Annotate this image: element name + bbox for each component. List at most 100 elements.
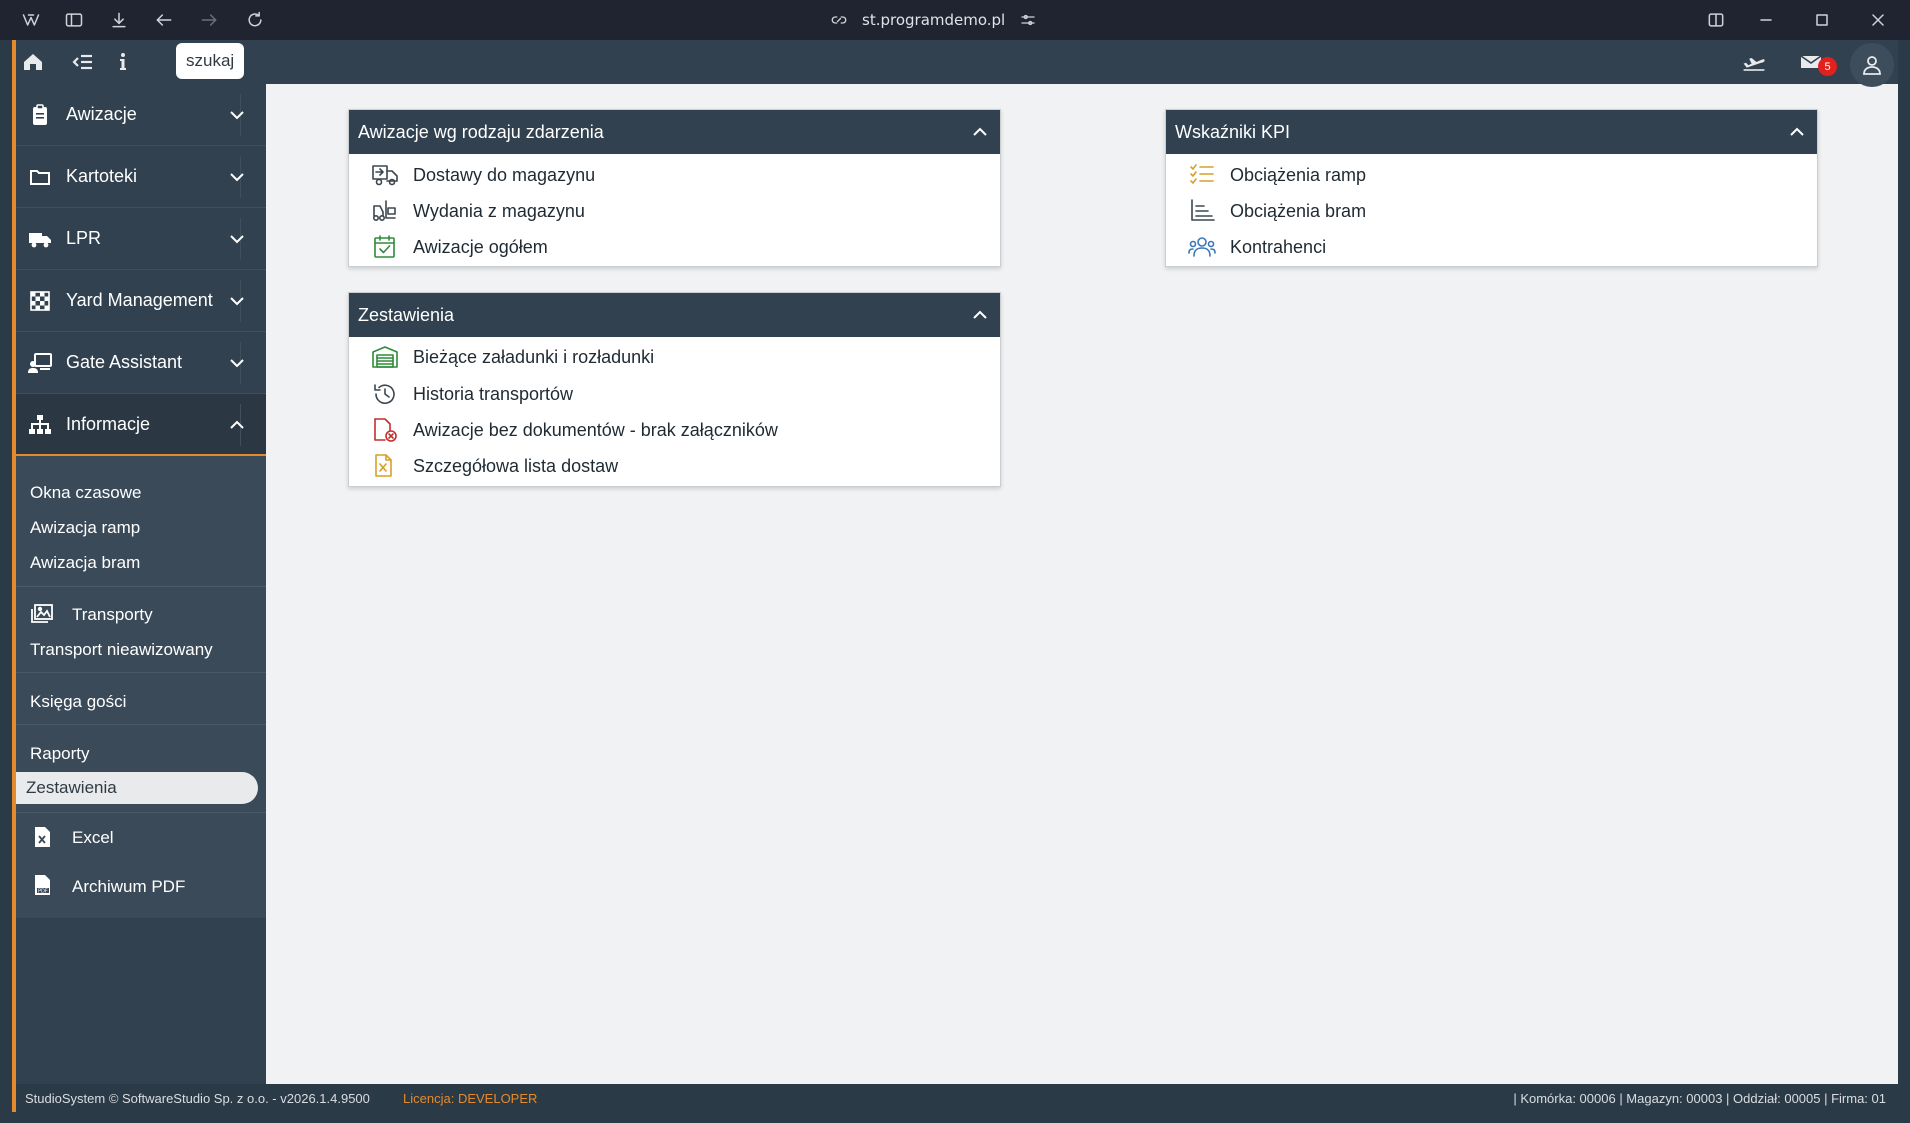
chevron-up-icon[interactable] — [1787, 122, 1807, 142]
link-icon — [831, 16, 847, 24]
card-header[interactable]: Wskaźniki KPI — [1166, 110, 1817, 154]
card-wskazniki-kpi: Wskaźniki KPI Obciążenia ramp Obciążenia… — [1165, 109, 1818, 267]
card-row-label: Szczegółowa lista dostaw — [413, 455, 619, 476]
submenu-divider — [16, 672, 266, 673]
submenu-transport-nieawizowany[interactable]: Transport nieawizowany — [30, 640, 213, 660]
link-dostawy-do-magazynu[interactable]: Dostawy do magazynu — [349, 157, 1000, 193]
checkered-flag-icon — [28, 289, 52, 313]
card-row-label: Historia transportów — [413, 383, 574, 404]
info-icon[interactable] — [110, 50, 136, 74]
submenu-divider — [16, 724, 266, 725]
card-zestawienia: Zestawienia Bieżące załadunki i rozładun… — [348, 292, 1001, 487]
card-header[interactable]: Zestawienia — [349, 293, 1000, 337]
chevron-up-icon[interactable] — [970, 305, 990, 325]
maximize-icon[interactable] — [1810, 8, 1834, 32]
close-icon[interactable] — [1866, 8, 1890, 32]
submenu-zestawienia[interactable]: Zestawienia — [16, 772, 258, 804]
footer-license: Licencja: DEVELOPER — [403, 1091, 537, 1106]
app-window: szukaj 5 Awizacje Kartoteki LPR Yard Man… — [12, 40, 1898, 1112]
search-button[interactable]: szukaj — [176, 43, 245, 79]
submenu-ksiega-gosci[interactable]: Księga gości — [30, 692, 126, 712]
status-footer: StudioSystem © SoftwareStudio Sp. z o.o.… — [12, 1084, 1898, 1112]
chevron-down-icon[interactable] — [228, 106, 246, 124]
checklist-icon — [1188, 162, 1216, 188]
browser-toolbar: st.programdemo.pl — [0, 0, 1910, 40]
sidebar-item-lpr[interactable]: LPR — [16, 208, 266, 270]
card-row-label: Bieżące załadunki i rozładunki — [413, 346, 655, 367]
sidebar-item-yard-management[interactable]: Yard Management — [16, 270, 266, 332]
chevron-up-icon[interactable] — [228, 416, 246, 434]
link-szczegolowa-lista-dostaw[interactable]: Szczegółowa lista dostaw — [349, 448, 1000, 484]
user-avatar[interactable] — [1850, 43, 1894, 87]
chevron-down-icon[interactable] — [228, 354, 246, 372]
truck-delivery-icon — [371, 162, 399, 188]
bar-chart-icon — [1188, 198, 1216, 224]
sidebar-toggle-icon[interactable] — [62, 8, 86, 32]
history-icon — [371, 381, 399, 407]
sitemap-icon — [28, 413, 52, 437]
users-icon — [1188, 234, 1216, 260]
chevron-up-icon[interactable] — [970, 122, 990, 142]
sidebar: Awizacje Kartoteki LPR Yard Management G… — [12, 84, 266, 1084]
submenu-excel[interactable]: Excel — [72, 828, 114, 848]
link-wydania-z-magazynu[interactable]: Wydania z magazynu — [349, 193, 1000, 229]
submenu-awizacja-bram[interactable]: Awizacja bram — [30, 553, 140, 573]
submenu-divider — [16, 586, 266, 587]
link-biezace-zaladunki[interactable]: Bieżące załadunki i rozładunki — [349, 339, 1000, 375]
file-error-icon — [371, 417, 399, 443]
url-text[interactable]: st.programdemo.pl — [862, 11, 1005, 29]
home-icon[interactable] — [20, 50, 46, 74]
link-obciazenia-ramp[interactable]: Obciążenia ramp — [1166, 157, 1817, 193]
card-row-label: Dostawy do magazynu — [413, 164, 596, 185]
link-awizacje-bez-dokumentow[interactable]: Awizacje bez dokumentów - brak załącznik… — [349, 412, 1000, 448]
clipboard-icon — [28, 103, 52, 127]
footer-status: | Komórka: 00006 | Magazyn: 00003 | Oddz… — [1513, 1090, 1886, 1106]
sidebar-item-awizacje[interactable]: Awizacje — [16, 84, 266, 146]
card-row-label: Awizacje bez dokumentów - brak załącznik… — [413, 419, 778, 440]
submenu-awizacja-ramp[interactable]: Awizacja ramp — [30, 518, 140, 538]
card-row-label: Awizacje ogółem — [413, 236, 548, 257]
footer-license-label: Licencja: — [403, 1090, 455, 1106]
submenu-divider — [16, 812, 266, 813]
link-historia-transportow[interactable]: Historia transportów — [349, 376, 1000, 412]
browser-logo-icon[interactable] — [19, 8, 43, 32]
folder-icon — [28, 165, 52, 189]
sidebar-item-label: Yard Management — [66, 290, 213, 310]
forward-icon[interactable] — [197, 8, 221, 32]
link-awizacje-ogolem[interactable]: Awizacje ogółem — [349, 229, 1000, 265]
submenu-okna-czasowe[interactable]: Okna czasowe — [30, 483, 142, 503]
footer-copyright: StudioSystem © SoftwareStudio Sp. z o.o.… — [25, 1090, 370, 1106]
reload-icon[interactable] — [243, 8, 267, 32]
app-topbar: szukaj 5 — [12, 40, 1898, 87]
plane-departure-icon[interactable] — [1739, 50, 1769, 74]
menu-collapse-icon[interactable] — [70, 50, 96, 74]
submenu-transporty[interactable]: Transporty — [72, 605, 153, 625]
sidebar-item-informacje[interactable]: Informacje — [16, 394, 266, 456]
footer-license-value: DEVELOPER — [457, 1090, 538, 1106]
card-row-label: Obciążenia ramp — [1230, 164, 1367, 185]
card-row-label: Wydania z magazynu — [413, 200, 585, 221]
sidebar-item-kartoteki[interactable]: Kartoteki — [16, 146, 266, 208]
submenu-raporty[interactable]: Raporty — [30, 744, 90, 764]
address-bar[interactable]: st.programdemo.pl — [830, 8, 1037, 32]
split-view-icon[interactable] — [1704, 8, 1728, 32]
card-header[interactable]: Awizacje wg rodzaju zdarzenia — [349, 110, 1000, 154]
card-title: Wskaźniki KPI — [1175, 121, 1291, 142]
card-row-label: Kontrahenci — [1230, 236, 1327, 257]
sidebar-item-label: Kartoteki — [66, 166, 138, 186]
submenu-archiwum-pdf[interactable]: Archiwum PDF — [72, 877, 185, 897]
pdf-file-icon: PDF — [30, 873, 54, 897]
calendar-check-icon — [371, 234, 399, 260]
link-obciazenia-bram[interactable]: Obciążenia bram — [1166, 193, 1817, 229]
chevron-down-icon[interactable] — [228, 230, 246, 248]
chevron-down-icon[interactable] — [228, 168, 246, 186]
minimize-icon[interactable] — [1754, 8, 1778, 32]
forklift-icon — [371, 198, 399, 224]
chevron-down-icon[interactable] — [228, 292, 246, 310]
download-icon[interactable] — [107, 8, 131, 32]
sidebar-item-gate-assistant[interactable]: Gate Assistant — [16, 332, 266, 394]
card-title: Zestawienia — [358, 304, 455, 325]
site-settings-icon[interactable] — [1019, 11, 1037, 29]
link-kontrahenci[interactable]: Kontrahenci — [1166, 229, 1817, 265]
back-icon[interactable] — [152, 8, 176, 32]
